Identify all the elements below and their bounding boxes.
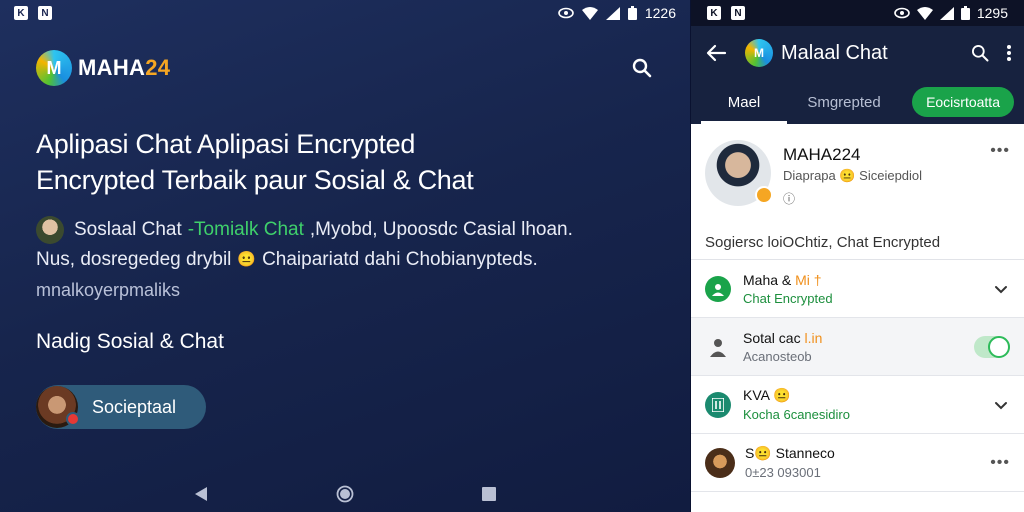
hero-line: Encrypted Terbaik paur Sosial & Chat [36, 165, 474, 195]
list-item-subtitle: Chat Encrypted [743, 290, 833, 306]
list-item-subtitle: Kocha 6canesidiro [743, 407, 850, 422]
list-item[interactable]: Sotal cac l.in Acanosteob [691, 318, 1024, 376]
info-icon: ⓘ [783, 192, 796, 206]
list-item-title: Sotal cac [743, 329, 805, 346]
status-badge [755, 186, 773, 204]
description-line: Nus, dosregedeg drybil 😐 Chaipariatd dah… [36, 245, 596, 275]
list-item[interactable]: KVA 😐 Kocha 6canesidiro [691, 376, 1024, 434]
notification-app-icon: N [38, 6, 52, 20]
notification-app-icon: K [14, 6, 28, 20]
building-icon [705, 391, 731, 418]
list-item-subtitle: 0±23 093001 [745, 465, 821, 480]
list-item-title: KVA 😐 [743, 387, 791, 403]
tab-eocisrtoatta[interactable]: Eocisrtoatta [912, 87, 1014, 117]
avatar[interactable] [705, 140, 773, 206]
battery-icon [960, 6, 970, 20]
back-arrow-icon[interactable] [705, 42, 727, 64]
profile-card: MAHA224 Diaprapa 😐 Siceiepdiol ⓘ ••• Sog… [691, 124, 1024, 260]
description-line: mnalkoyerpmaliks [36, 280, 181, 300]
search-icon[interactable] [970, 43, 990, 63]
list-item-title: S😐 Stanneco [745, 445, 835, 461]
avatar-face-icon [705, 447, 735, 478]
tab-mael[interactable]: Mael [701, 94, 787, 111]
notification-app-icon: N [731, 6, 745, 20]
list-item[interactable]: Maha & Mi † Chat Encrypted [691, 260, 1024, 318]
battery-icon [627, 6, 637, 20]
right-screen: K N 1295 M Malaal Chat Mael Smgrepted Eo… [690, 0, 1024, 512]
left-screen: K N 1226 M MAHA24 Aplipasi Chat Aplipasi… [0, 0, 690, 512]
subheading: Nadig Sosial & Chat [36, 330, 224, 353]
description-line: Soslaal Chat -Tomialk Chat ,Myobd, Upoos… [36, 215, 596, 245]
status-bar-right: K N 1295 [691, 0, 1024, 26]
list-item-title: Maha & [743, 271, 796, 288]
status-time: 1226 [644, 5, 676, 21]
more-horiz-icon[interactable]: ••• [990, 454, 1010, 472]
status-time: 1295 [976, 5, 1008, 21]
app-bar: M Malaal Chat [691, 26, 1024, 80]
pill-label: Socieptaal [92, 396, 177, 417]
profile-bio: Sogiersc loiOChtiz, Chat Encrypted [705, 234, 941, 251]
home-nav-icon[interactable] [335, 484, 355, 504]
search-icon[interactable] [630, 56, 654, 80]
emoji-icon: 😐 [237, 251, 257, 268]
chevron-down-icon[interactable] [992, 280, 1010, 298]
signal-icon [605, 6, 620, 20]
wifi-icon [581, 6, 598, 20]
recents-nav-icon[interactable] [479, 484, 499, 504]
person-circle-icon [705, 275, 731, 302]
more-horiz-icon[interactable]: ••• [990, 142, 1010, 160]
toggle-switch[interactable] [974, 335, 1010, 358]
signal-icon [939, 6, 954, 20]
brand-logo-icon: M [36, 50, 72, 86]
notification-app-icon: K [707, 6, 721, 20]
chevron-down-icon[interactable] [992, 396, 1010, 414]
hero-title: Aplipasi Chat Aplipasi Encrypted Encrypt… [36, 126, 596, 198]
more-vert-icon[interactable] [1006, 44, 1012, 62]
avatar [36, 386, 80, 428]
left-header: M MAHA24 [36, 48, 654, 88]
eye-icon [894, 7, 910, 19]
app-logo-icon: M [745, 39, 773, 67]
social-pill-button[interactable]: Socieptaal [36, 385, 206, 429]
brand-name: MAHA24 [78, 55, 171, 80]
user-silhouette-icon [705, 334, 731, 360]
profile-name: MAHA224 [783, 145, 861, 164]
hero-line: Aplipasi Chat Aplipasi Encrypted [36, 129, 416, 159]
list-item-subtitle: Acanosteob [743, 348, 812, 364]
status-bar-left: K N 1226 [0, 0, 690, 26]
back-nav-icon[interactable] [191, 484, 211, 504]
avatar [36, 216, 64, 244]
description: Soslaal Chat -Tomialk Chat ,Myobd, Upoos… [36, 215, 596, 305]
notification-dot [66, 412, 80, 426]
tab-smgrepted[interactable]: Smgrepted [787, 94, 901, 111]
profile-status: Diaprapa 😐 Siceiepdiol [783, 168, 923, 183]
list-item[interactable]: S😐 Stanneco 0±23 093001 ••• [691, 434, 1024, 492]
eye-icon [558, 7, 574, 19]
wifi-icon [916, 6, 933, 20]
app-title: Malaal Chat [781, 41, 888, 64]
system-nav-bar [0, 476, 690, 512]
tab-bar: Mael Smgrepted Eocisrtoatta [691, 80, 1024, 124]
